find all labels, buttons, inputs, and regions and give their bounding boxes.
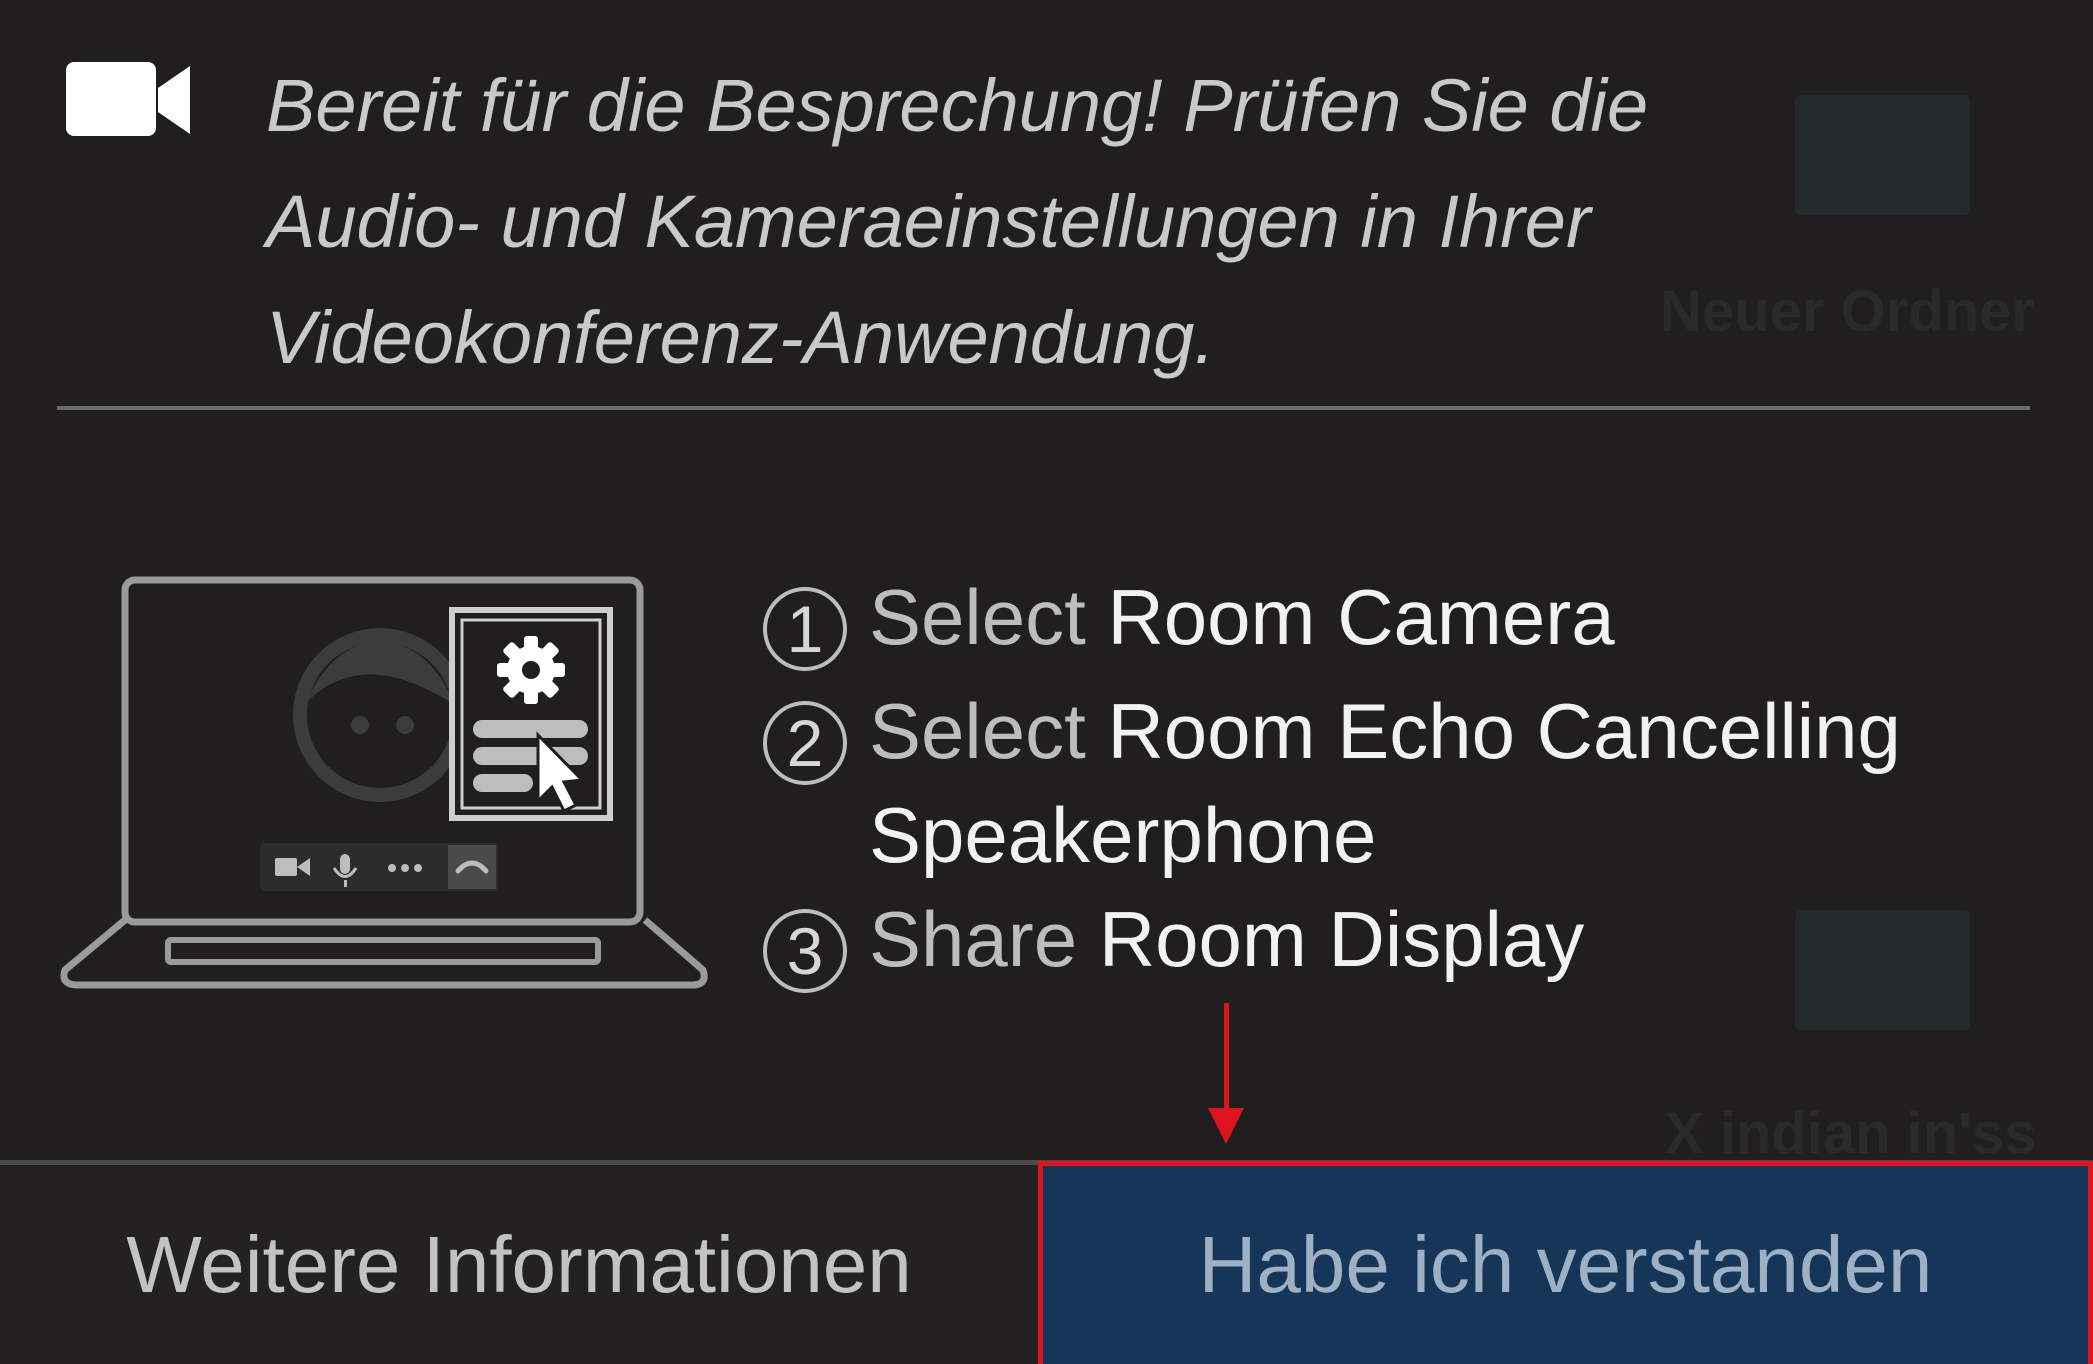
laptop-settings-illustration xyxy=(60,576,708,989)
step-number-badge: 1 xyxy=(763,587,847,671)
step-number-badge: 2 xyxy=(763,701,847,785)
video-camera-icon xyxy=(66,62,190,136)
more-info-button[interactable]: Weitere Informationen xyxy=(0,1165,1038,1364)
step-target: Room Echo Cancelling xyxy=(1107,687,1901,775)
step-3: 3 Share Room Display xyxy=(763,894,1584,993)
background-folder-label: X indian in'ss xyxy=(1665,1101,2037,1166)
step-number-badge: 3 xyxy=(763,909,847,993)
dialog-footer: Weitere Informationen Habe ich verstande… xyxy=(0,1160,2093,1364)
annotation-arrow-shaft xyxy=(1224,1003,1229,1113)
annotation-arrow-down-icon xyxy=(1208,1108,1244,1144)
step-2-continued: Speakerphone xyxy=(869,790,1376,881)
step-target: Room Camera xyxy=(1107,573,1615,661)
step-1: 1 Select Room Camera xyxy=(763,572,1615,671)
confirm-button[interactable]: Habe ich verstanden xyxy=(1038,1161,2093,1364)
step-verb: Select xyxy=(869,687,1086,775)
step-target-line2: Speakerphone xyxy=(869,791,1377,879)
step-verb: Select xyxy=(869,573,1086,661)
header-message: Bereit für die Besprechung! Prüfen Sie d… xyxy=(266,64,1649,379)
step-2: 2 Select Room Echo Cancelling xyxy=(763,686,1901,785)
background-folder-icon xyxy=(1795,910,1970,1030)
step-verb: Share xyxy=(869,895,1078,983)
meeting-ready-dialog: Neuer Ordner X indian in'ss Bereit für d… xyxy=(0,0,2093,1364)
divider xyxy=(57,406,2030,410)
step-target: Room Display xyxy=(1098,895,1585,983)
